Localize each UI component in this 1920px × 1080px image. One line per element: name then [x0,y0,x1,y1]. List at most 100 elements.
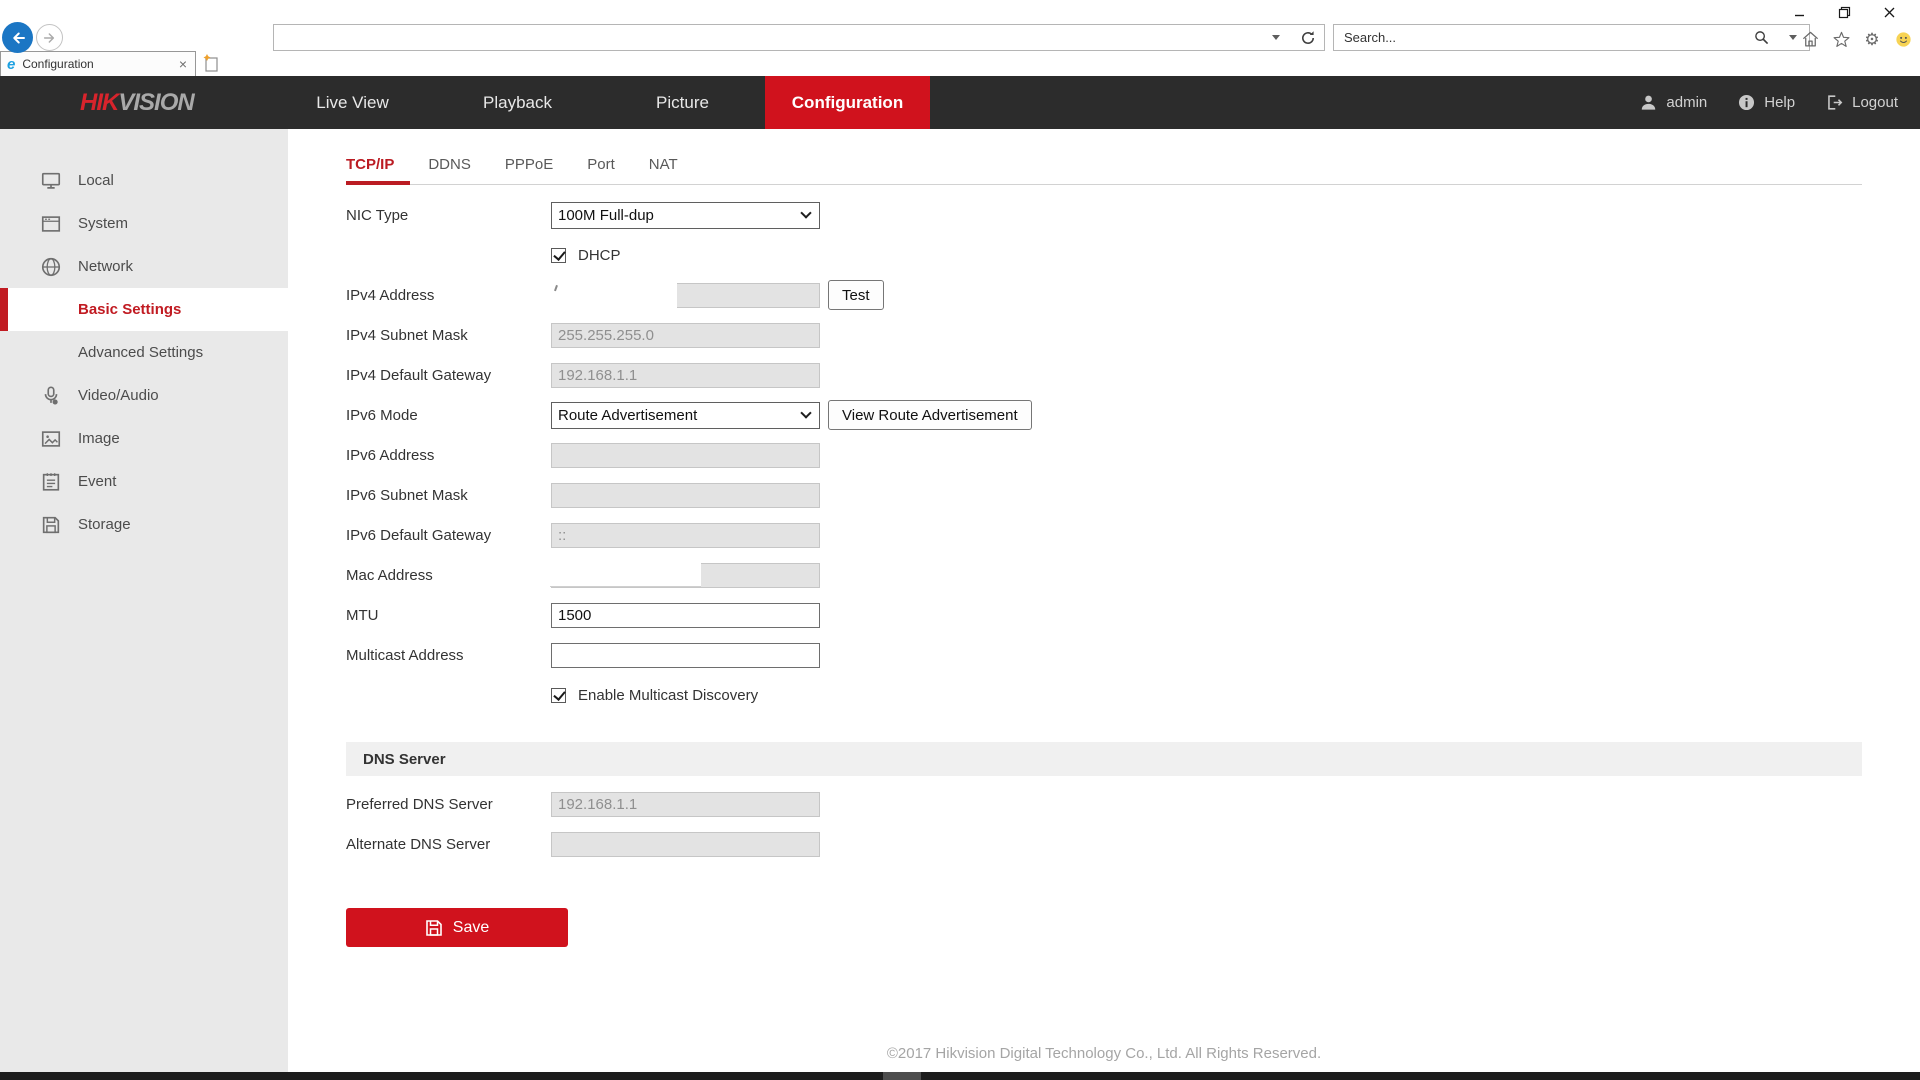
globe-icon [40,256,62,278]
tab-close-icon[interactable]: × [177,57,189,71]
logout-button[interactable]: Logout [1825,93,1898,112]
browser-tab-title: Configuration [22,57,176,71]
chevron-down-icon [800,207,811,218]
nic-type-select[interactable]: 100M Full-dup [551,202,820,229]
ie-favicon: e [7,56,15,73]
nav-picture[interactable]: Picture [600,76,765,129]
multicast-address-label: Multicast Address [346,647,551,664]
save-button[interactable]: Save [346,908,568,947]
help-button[interactable]: Help [1737,93,1795,112]
dhcp-row: DHCP [346,235,1920,275]
user-icon [1639,93,1658,112]
preferred-dns-field [551,792,820,817]
redaction-overlay [550,561,701,587]
new-tab-icon [201,53,221,73]
preferred-dns-label: Preferred DNS Server [346,796,551,813]
dhcp-checkbox[interactable] [551,248,566,263]
preferred-dns-row: Preferred DNS Server [346,784,1920,824]
tab-nat[interactable]: NAT [649,156,678,184]
address-input[interactable] [274,26,1260,49]
address-dropdown-button[interactable] [1260,25,1292,50]
new-tab-button[interactable] [201,53,221,73]
ipv6-mode-row: IPv6 Mode Route Advertisement View Route… [346,395,1920,435]
sidebar-item-local[interactable]: Local [0,159,288,202]
nic-type-row: NIC Type 100M Full-dup [346,195,1920,235]
ipv6-subnet-mask-row: IPv6 Subnet Mask [346,475,1920,515]
main-nav: Live View Playback Picture Configuration [270,76,930,129]
refresh-button[interactable] [1292,25,1324,50]
sidebar: Local System Network Basic Settings Adva… [0,129,288,1072]
test-button[interactable]: Test [828,280,884,310]
tab-tcpip[interactable]: TCP/IP [346,156,394,184]
search-button[interactable] [1745,25,1777,50]
mtu-row: MTU [346,595,1920,635]
search-input[interactable] [1334,26,1745,49]
ipv4-subnet-mask-label: IPv4 Subnet Mask [346,327,551,344]
favorites-button[interactable] [1830,28,1852,50]
sidebar-item-image[interactable]: Image [0,417,288,460]
sidebar-item-label: Image [78,430,120,447]
ipv6-default-gateway-row: IPv6 Default Gateway [346,515,1920,555]
sidebar-item-basic-settings[interactable]: Basic Settings [0,288,288,331]
microphone-icon [40,385,62,407]
header-user-cluster: admin Help Logout [1639,76,1898,129]
alternate-dns-field [551,832,820,857]
home-button[interactable] [1799,28,1821,50]
minimize-button[interactable] [1777,2,1822,22]
sidebar-item-event[interactable]: Event [0,460,288,503]
copyright-footer: ©2017 Hikvision Digital Technology Co., … [288,1045,1920,1062]
window-controls [1777,2,1912,22]
home-icon [1801,30,1820,49]
sidebar-item-network[interactable]: Network [0,245,288,288]
nav-configuration[interactable]: Configuration [765,76,930,129]
close-icon [1883,6,1896,19]
spacer [40,299,62,321]
hikvision-logo: HIKVISION [80,76,194,129]
enable-multicast-discovery-checkbox[interactable] [551,688,566,703]
save-label: Save [453,919,489,937]
nic-type-value: 100M Full-dup [558,207,654,224]
restore-button[interactable] [1822,2,1867,22]
sidebar-item-label: Event [78,473,116,490]
close-window-button[interactable] [1867,2,1912,22]
gear-icon: ⚙ [1864,31,1879,48]
multicast-address-field[interactable] [551,643,820,668]
browser-forward-button[interactable] [36,24,63,51]
smiley-icon [1894,30,1913,49]
back-arrow-icon [9,29,27,47]
tab-pppoe[interactable]: PPPoE [505,156,553,184]
nav-playback[interactable]: Playback [435,76,600,129]
sidebar-item-video-audio[interactable]: Video/Audio [0,374,288,417]
browser-chrome: ⚙ e Configuration × [0,0,1920,76]
tab-ddns[interactable]: DDNS [428,156,471,184]
logout-label: Logout [1852,94,1898,111]
sidebar-item-advanced-settings[interactable]: Advanced Settings [0,331,288,374]
logo-vision: VISION [118,89,193,117]
ipv6-default-gateway-field [551,523,820,548]
search-icon [1754,30,1769,45]
sidebar-item-system[interactable]: System [0,202,288,245]
chevron-down-icon [1272,35,1280,40]
redaction-overlay [550,277,677,308]
dhcp-label: DHCP [578,247,621,264]
feedback-button[interactable] [1892,28,1914,50]
chevron-down-icon [800,407,811,418]
settings-button[interactable]: ⚙ [1861,28,1883,50]
ipv4-subnet-mask-row: IPv4 Subnet Mask [346,315,1920,355]
current-user: admin [1639,93,1707,112]
view-route-advertisement-button[interactable]: View Route Advertisement [828,400,1032,430]
sidebar-item-label: Advanced Settings [78,344,203,361]
app-header: HIKVISION Live View Playback Picture Con… [0,76,1920,129]
chevron-down-icon [1789,35,1797,40]
browser-tab-configuration[interactable]: e Configuration × [0,51,196,76]
logout-icon [1825,93,1844,112]
mtu-field[interactable] [551,603,820,628]
alternate-dns-row: Alternate DNS Server [346,824,1920,864]
ipv6-mode-value: Route Advertisement [558,407,697,424]
nav-live-view[interactable]: Live View [270,76,435,129]
browser-back-button[interactable] [2,22,33,53]
tab-port[interactable]: Port [587,156,615,184]
sidebar-item-storage[interactable]: Storage [0,503,288,546]
sidebar-item-label: System [78,215,128,232]
ipv6-mode-select[interactable]: Route Advertisement [551,402,820,429]
